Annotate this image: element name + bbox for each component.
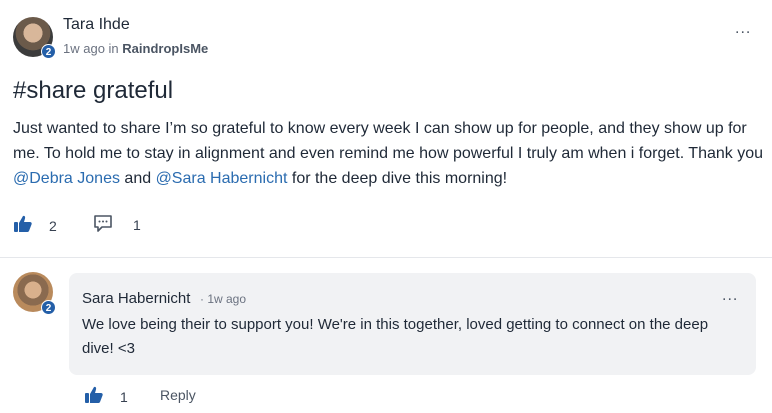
post-comment-count: 1 (133, 216, 141, 233)
post-author-name[interactable]: Tara Ihde (63, 16, 130, 34)
post-group-link[interactable]: RaindropIsMe (122, 41, 208, 56)
post-like-button[interactable]: 2 (13, 214, 57, 237)
mention-debra-jones[interactable]: @Debra Jones (13, 170, 120, 187)
comment-like-button[interactable]: 1 (84, 385, 128, 408)
comment-like-count: 1 (120, 388, 128, 405)
post-title: #share grateful (13, 77, 174, 104)
post-like-count: 2 (49, 217, 57, 234)
comment-icon (93, 213, 113, 236)
post-in-label: in (108, 41, 119, 56)
comment-time: · 1w ago (200, 292, 247, 306)
mention-sara-habernicht[interactable]: @Sara Habernicht (156, 170, 288, 187)
thumbs-up-icon (84, 385, 104, 408)
commenter-level-badge: 2 (41, 300, 56, 315)
comment-text: We love being their to support you! We'r… (82, 316, 709, 357)
post-body-and: and (119, 170, 156, 187)
post-card: 2 Tara Ihde 1w ago in RaindropIsMe ... #… (0, 0, 772, 258)
post-time: 1w ago (63, 41, 105, 56)
comment-author-name[interactable]: Sara Habernicht (82, 290, 190, 307)
post-body-text-2: for the deep dive this morning! (287, 170, 508, 187)
post-body: Just wanted to share I’m so grateful to … (13, 116, 763, 191)
divider (0, 257, 772, 258)
post-body-text-1: Just wanted to share I’m so grateful to … (13, 120, 764, 162)
post-comment-button[interactable]: 1 (93, 213, 141, 236)
post-more-options-button[interactable]: ... (735, 21, 751, 37)
comment-more-options-button[interactable]: ... (722, 288, 738, 304)
post-meta: 1w ago in RaindropIsMe (63, 41, 208, 56)
avatar-level-badge: 2 (41, 44, 56, 59)
thumbs-up-icon (13, 214, 33, 237)
reply-button[interactable]: Reply (160, 387, 196, 403)
comment-bubble: Sara Habernicht · 1w ago We love being t… (69, 273, 756, 375)
